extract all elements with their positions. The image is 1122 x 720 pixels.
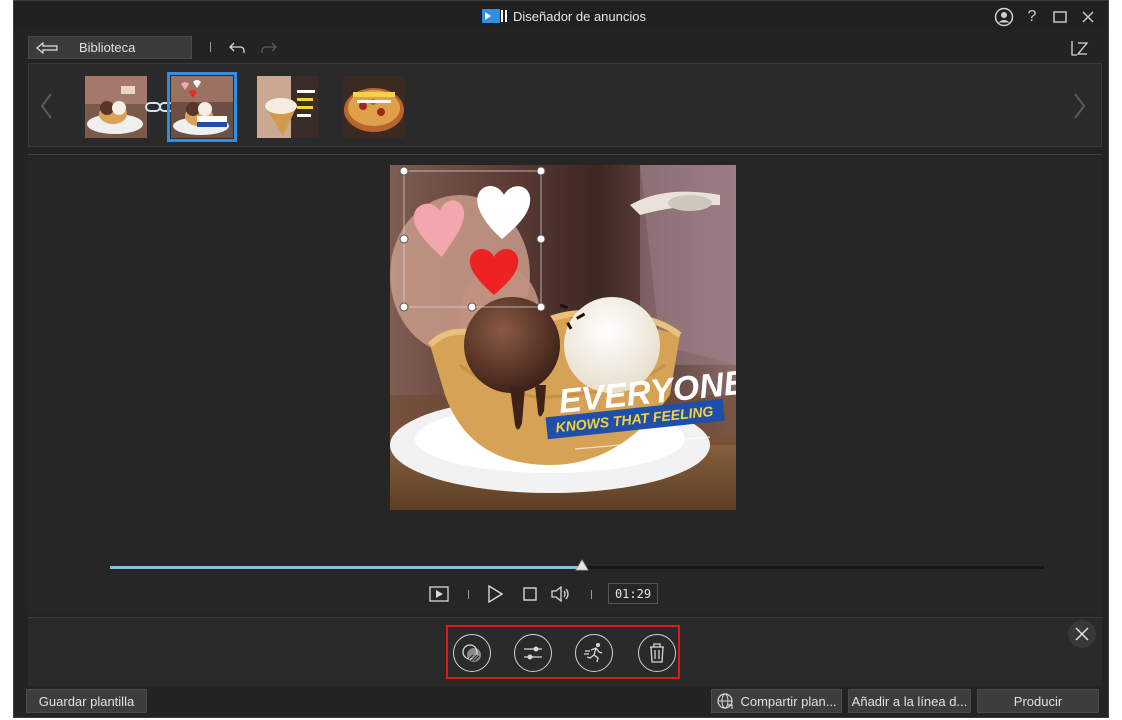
motion-icon: [584, 643, 603, 663]
object-action-panel: [28, 617, 1102, 686]
scene-thumbnail-3[interactable]: [257, 76, 319, 138]
account-icon[interactable]: [994, 7, 1014, 27]
timecode-display: 01:29: [608, 583, 658, 604]
title-group: Diseñador de anuncios: [482, 7, 646, 25]
stop-icon[interactable]: [519, 583, 541, 605]
toolbar-separator: [210, 42, 211, 52]
ad-designer-window: Diseñador de anuncios ? Biblioteca EVERY…: [13, 0, 1109, 718]
help-icon[interactable]: ?: [1022, 7, 1042, 27]
footer-bar: Guardar plantilla Compartir plan... Añad…: [14, 687, 1108, 717]
close-panel-button[interactable]: [1068, 620, 1096, 648]
preview-mode-icon[interactable]: [428, 583, 450, 605]
trash-icon: [650, 643, 664, 663]
controls-separator: [591, 590, 592, 599]
scene-thumbnail-2[interactable]: [167, 72, 237, 142]
produce-label: Producir: [1013, 693, 1063, 709]
playback-controls: 01:29: [28, 581, 1102, 607]
chevron-left-icon[interactable]: [39, 92, 55, 120]
chevron-right-icon[interactable]: [1071, 92, 1087, 120]
motion-button[interactable]: [575, 634, 613, 672]
save-template-button[interactable]: Guardar plantilla: [26, 689, 147, 713]
library-label: Biblioteca: [79, 40, 136, 55]
back-arrow-icon: [29, 41, 65, 54]
undo-icon[interactable]: [227, 38, 247, 58]
app-logo-icon: [482, 9, 507, 23]
redo-icon[interactable]: [259, 38, 279, 58]
preview-area: EVERYONE KNOWS THAT FEELING 01:29: [28, 157, 1102, 615]
globe-share-icon: [716, 692, 734, 710]
adjust-button[interactable]: [514, 634, 552, 672]
produce-button[interactable]: Producir: [977, 689, 1099, 713]
volume-icon[interactable]: [550, 583, 572, 605]
mask-button[interactable]: [453, 634, 491, 672]
scrubber-handle[interactable]: [574, 559, 589, 571]
preview-canvas[interactable]: EVERYONE KNOWS THAT FEELING: [390, 165, 736, 510]
play-icon[interactable]: [484, 583, 506, 605]
window-title: Diseñador de anuncios: [513, 8, 646, 24]
mask-icon: [462, 644, 481, 662]
scene-thumbnail-1[interactable]: [85, 76, 147, 138]
delete-button[interactable]: [638, 634, 676, 672]
timeline-scrubber[interactable]: [110, 559, 1044, 571]
scene-thumbnail-4[interactable]: [343, 76, 405, 138]
scene-strip: [28, 63, 1102, 147]
title-bar: Diseñador de anuncios ?: [14, 1, 1108, 31]
share-label: Compartir plan...: [740, 693, 837, 709]
section-divider: [28, 154, 1102, 155]
scrubber-progress: [110, 566, 582, 569]
add-to-timeline-label: Añadir a la línea d...: [851, 693, 968, 709]
close-icon[interactable]: [1078, 7, 1098, 27]
controls-separator: [468, 590, 469, 599]
action-highlight-box: [446, 625, 680, 679]
toolbar: Biblioteca: [14, 33, 1108, 61]
save-template-label: Guardar plantilla: [38, 693, 135, 709]
share-button[interactable]: Compartir plan...: [711, 689, 842, 713]
add-to-timeline-button[interactable]: Añadir a la línea d...: [848, 689, 971, 713]
maximize-icon[interactable]: [1050, 7, 1070, 27]
library-button[interactable]: Biblioteca: [28, 36, 192, 59]
adjust-icon: [524, 646, 542, 660]
close-icon: [1075, 627, 1089, 641]
layout-toggle-icon[interactable]: [1070, 38, 1090, 58]
